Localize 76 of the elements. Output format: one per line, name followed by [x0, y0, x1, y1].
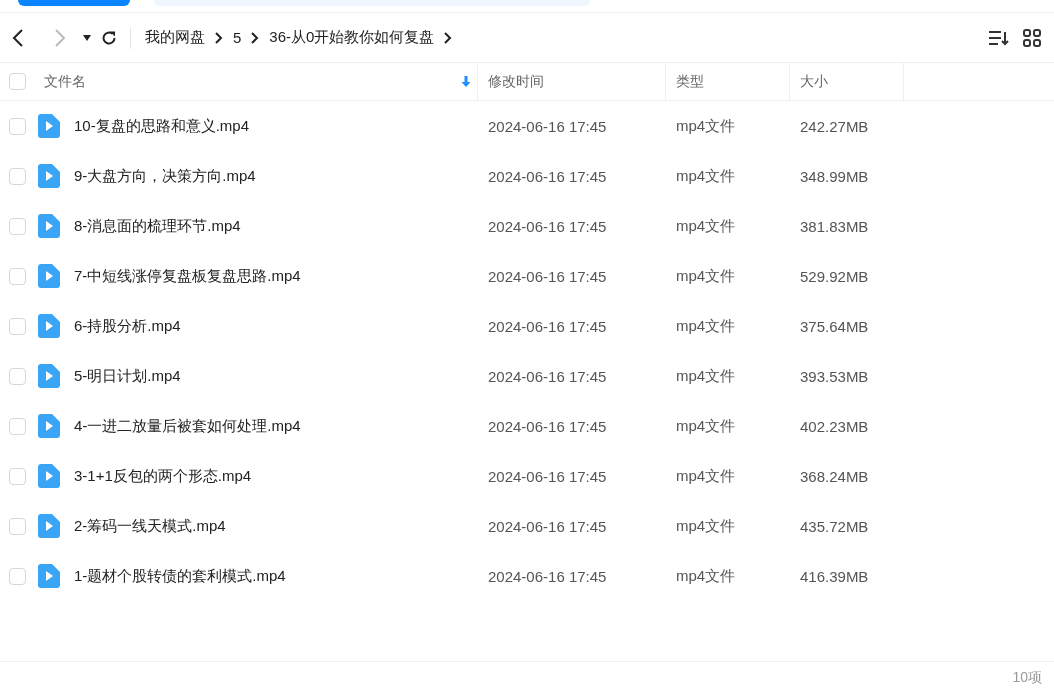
row-checkbox[interactable]: [8, 267, 26, 285]
modified-time: 2024-06-16 17:45: [487, 367, 608, 385]
file-type: mp4文件: [675, 316, 737, 336]
breadcrumb-item[interactable]: 36-从0开始教你如何复盘: [265, 28, 439, 47]
grid-icon: [1022, 27, 1042, 48]
modified-time: 2024-06-16 17:45: [487, 117, 608, 135]
video-file-icon: [38, 264, 60, 288]
file-size: 381.83MB: [799, 217, 870, 235]
file-name[interactable]: 5-明日计划.mp4: [74, 366, 181, 386]
column-header[interactable]: 文件名: [44, 72, 86, 91]
file-name[interactable]: 3-1+1反包的两个形态.mp4: [74, 466, 252, 486]
video-file-icon: [38, 464, 60, 488]
file-type: mp4文件: [675, 516, 737, 536]
file-name[interactable]: 7-中短线涨停复盘板复盘思路.mp4: [74, 266, 301, 286]
row-checkbox[interactable]: [8, 167, 26, 185]
file-type: mp4文件: [675, 416, 737, 436]
chevron-right-icon: [213, 30, 225, 45]
modified-time: 2024-06-16 17:45: [487, 417, 608, 435]
video-file-icon: [38, 114, 60, 138]
file-size: 242.27MB: [799, 117, 870, 135]
file-name[interactable]: 9-大盘方向，决策方向.mp4: [74, 166, 256, 186]
video-file-icon: [38, 214, 60, 238]
file-name[interactable]: 2-筹码一线天模式.mp4: [74, 516, 226, 536]
file-size: 529.92MB: [799, 267, 870, 285]
file-type: mp4文件: [675, 216, 737, 236]
modified-time: 2024-06-16 17:45: [487, 217, 608, 235]
file-type: mp4文件: [675, 566, 737, 586]
upload-button[interactable]: [18, 0, 130, 6]
item-count: 10项: [1012, 669, 1042, 687]
column-header[interactable]: 修改时间: [488, 72, 544, 91]
modified-time: 2024-06-16 17:45: [487, 467, 608, 485]
breadcrumb-item[interactable]: 5: [229, 29, 246, 46]
modified-time: 2024-06-16 17:45: [487, 517, 608, 535]
breadcrumb-item[interactable]: 我的网盘: [141, 28, 209, 47]
select-all-checkbox[interactable]: [8, 73, 26, 90]
file-size: 402.23MB: [799, 417, 870, 435]
row-checkbox[interactable]: [8, 567, 26, 585]
file-name[interactable]: 1-题材个股转债的套利模式.mp4: [74, 566, 286, 586]
file-size: 348.99MB: [799, 167, 870, 185]
column-header[interactable]: 类型: [676, 72, 704, 91]
file-type: mp4文件: [675, 266, 737, 286]
file-name[interactable]: 10-复盘的思路和意义.mp4: [74, 116, 250, 136]
caret-down-icon: [82, 33, 92, 42]
file-name[interactable]: 6-持股分析.mp4: [74, 316, 181, 336]
video-file-icon: [38, 414, 60, 438]
row-checkbox[interactable]: [8, 517, 26, 535]
row-checkbox[interactable]: [8, 317, 26, 335]
video-file-icon: [38, 514, 60, 538]
file-size: 393.53MB: [799, 367, 870, 385]
modified-time: 2024-06-16 17:45: [487, 267, 608, 285]
row-checkbox[interactable]: [8, 367, 26, 385]
video-file-icon: [38, 364, 60, 388]
file-type: mp4文件: [675, 116, 737, 136]
video-file-icon: [38, 164, 60, 188]
file-name[interactable]: 4-一进二放量后被套如何处理.mp4: [74, 416, 301, 436]
file-size: 416.39MB: [799, 567, 870, 585]
modified-time: 2024-06-16 17:45: [487, 167, 608, 185]
file-name[interactable]: 8-消息面的梳理环节.mp4: [74, 216, 241, 236]
file-size: 375.64MB: [799, 317, 870, 335]
modified-time: 2024-06-16 17:45: [487, 567, 608, 585]
file-type: mp4文件: [675, 166, 737, 186]
video-file-icon: [38, 564, 60, 588]
chevron-right-icon: [52, 27, 68, 48]
row-checkbox[interactable]: [8, 217, 26, 235]
row-checkbox[interactable]: [8, 467, 26, 485]
video-file-icon: [38, 314, 60, 338]
modified-time: 2024-06-16 17:45: [487, 317, 608, 335]
file-type: mp4文件: [675, 466, 737, 486]
column-header[interactable]: 大小: [800, 72, 828, 91]
row-checkbox[interactable]: [8, 117, 26, 135]
row-checkbox[interactable]: [8, 417, 26, 435]
file-size: 368.24MB: [799, 467, 870, 485]
sort-icon: [988, 28, 1010, 47]
file-size: 435.72MB: [799, 517, 870, 535]
file-type: mp4文件: [675, 366, 737, 386]
chevron-left-icon: [10, 27, 26, 48]
